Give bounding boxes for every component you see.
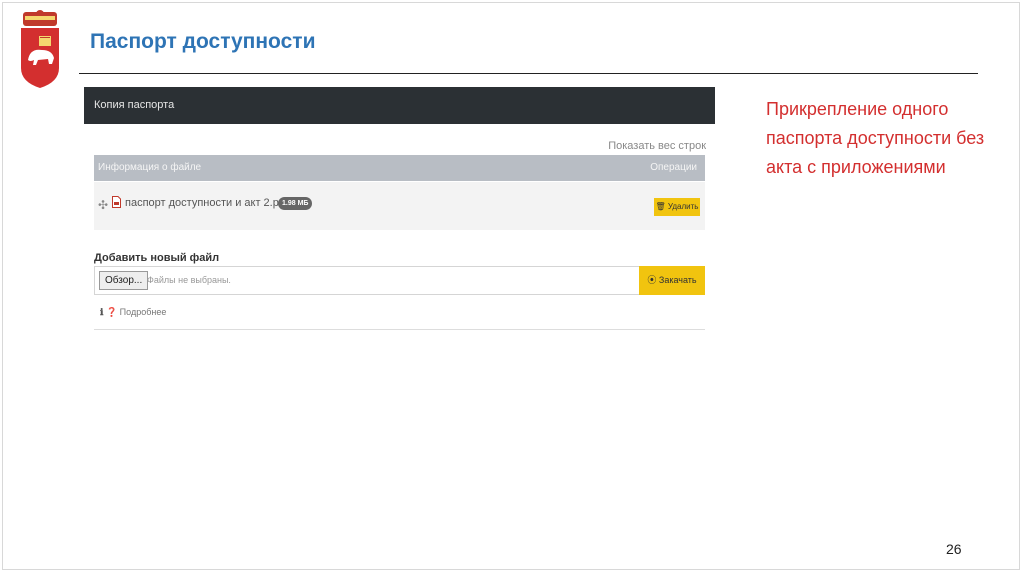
column-file-info: Информация о файле	[98, 162, 202, 173]
column-operations: Операции	[650, 162, 697, 173]
panel-header: Копия паспорта	[84, 87, 715, 124]
file-name-link[interactable]: паспорт доступности и акт 2.pdf	[125, 197, 288, 209]
info-icon: ℹ	[100, 307, 104, 317]
delete-button-label: Удалить	[667, 202, 699, 211]
add-file-label: Добавить новый файл	[94, 252, 220, 264]
file-size-badge: 1.98 МБ	[278, 197, 313, 210]
slide-note: Прикрепление одного паспорта доступности…	[766, 99, 985, 177]
file-upload-row: Обзор... Файлы не выбраны. ⦿ Закачать	[94, 266, 705, 295]
slide-title: Паспорт доступности	[90, 30, 316, 53]
file-attachment-panel: Копия паспорта Показать вес строк Информ…	[84, 85, 716, 335]
show-all-rows-link[interactable]: Показать вес строк	[608, 140, 706, 152]
delete-button[interactable]: 🗑 Удалить	[654, 198, 700, 216]
upload-button[interactable]: ⦿ Закачать	[639, 266, 705, 295]
table-row: ✣ паспорт доступности и акт 2.pdf 1.98 М…	[94, 182, 705, 230]
trash-icon: 🗑	[655, 202, 666, 211]
panel-divider	[94, 329, 705, 330]
more-info-link[interactable]: ℹ ❓ Подробнее	[100, 307, 166, 318]
help-icon: ❓	[105, 307, 118, 317]
browse-button[interactable]: Обзор...	[99, 271, 149, 290]
upload-button-label: Закачать	[658, 275, 697, 285]
table-header: Информация о файле Операции	[94, 155, 705, 181]
more-info-label: Подробнее	[119, 307, 167, 317]
no-file-selected-text: Файлы не выбраны.	[147, 275, 231, 285]
pdf-file-icon	[112, 196, 121, 208]
perm-krai-crest-icon	[21, 10, 59, 88]
move-arrows-icon[interactable]: ✣	[98, 198, 108, 212]
page-number: 26	[946, 541, 962, 557]
title-divider	[79, 73, 978, 74]
upload-circle-icon: ⦿	[647, 275, 657, 285]
